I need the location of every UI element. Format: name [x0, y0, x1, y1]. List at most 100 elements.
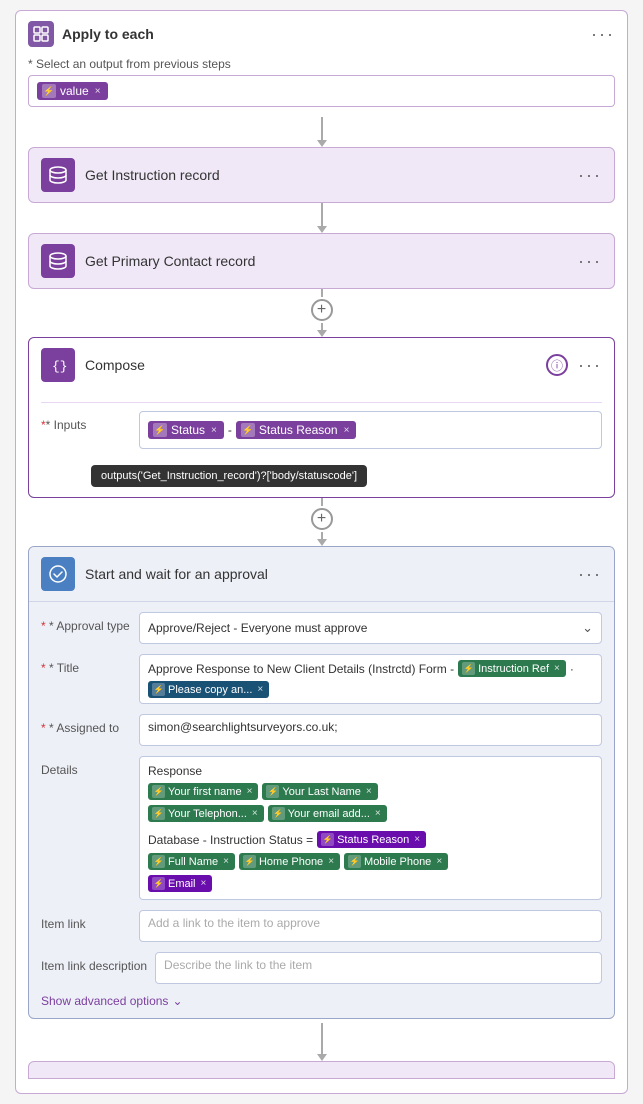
apply-to-each-more-btn[interactable]: ··· [591, 25, 615, 43]
show-advanced-chevron-icon: ⌄ [172, 994, 182, 1008]
apply-to-each-card: Apply to each ··· * Select an output fro… [15, 10, 628, 1094]
compose-icon: {} [41, 348, 75, 382]
show-advanced-label: Show advanced options [41, 994, 168, 1008]
dot-separator: - [228, 423, 232, 437]
status-reason-token-close[interactable]: × [344, 425, 350, 436]
mobile-phone-token[interactable]: ⚡ Mobile Phone × [344, 853, 448, 870]
compose-inputs-label: ** Inputs [41, 411, 131, 432]
telephone-token[interactable]: ⚡ Your Telephon... × [148, 805, 264, 822]
email-addr-icon: ⚡ [272, 807, 285, 820]
status-reason-token[interactable]: ⚡ Status Reason × [236, 421, 357, 439]
value-token[interactable]: ⚡ value × [37, 82, 108, 100]
compose-inputs-row: ** Inputs ⚡ Status × - ⚡ Status Reason × [41, 411, 602, 449]
status-reason-detail-token[interactable]: ⚡ Status Reason × [317, 831, 426, 848]
instruction-ref-label: Instruction Ref [478, 663, 549, 675]
get-instruction-title: Get Instruction record [85, 167, 568, 183]
instruction-ref-token[interactable]: ⚡ Instruction Ref × [458, 660, 566, 677]
email-token[interactable]: ⚡ Email × [148, 875, 212, 892]
please-copy-close[interactable]: × [257, 684, 263, 695]
plus-connector-2[interactable]: + [311, 508, 333, 530]
compose-tooltip: outputs('Get_Instruction_record')?['body… [91, 465, 367, 487]
full-name-token[interactable]: ⚡ Full Name × [148, 853, 235, 870]
telephone-close[interactable]: × [252, 808, 258, 819]
approval-body: * * Approval type Approve/Reject - Every… [29, 602, 614, 1018]
please-copy-token[interactable]: ⚡ Please copy an... × [148, 681, 269, 698]
svg-text:{}: {} [52, 359, 67, 374]
first-name-close[interactable]: × [247, 786, 253, 797]
get-instruction-card: Get Instruction record ··· [28, 147, 615, 203]
details-line1: Response [148, 764, 202, 778]
approval-title: Start and wait for an approval [85, 566, 568, 582]
mobile-phone-icon: ⚡ [348, 855, 361, 868]
approval-card: Start and wait for an approval ··· * * A… [28, 546, 615, 1019]
item-link-desc-row: Item link description Describe the link … [41, 952, 602, 984]
partial-bottom-card [28, 1061, 615, 1079]
get-primary-card: Get Primary Contact record ··· [28, 233, 615, 289]
plus-connector-1[interactable]: + [311, 299, 333, 321]
item-link-label: Item link [41, 910, 131, 931]
approval-icon [41, 557, 75, 591]
apply-to-each-title: Apply to each [62, 26, 583, 42]
compose-more-btn[interactable]: ··· [578, 356, 602, 374]
chevron-down-icon: ⌄ [582, 620, 593, 636]
item-link-field[interactable]: Add a link to the item to approve [139, 910, 602, 942]
last-name-token[interactable]: ⚡ Your Last Name × [262, 783, 377, 800]
details-field[interactable]: Response ⚡ Your first name × ⚡ Your Last… [139, 756, 602, 900]
telephone-icon: ⚡ [152, 807, 165, 820]
home-phone-token[interactable]: ⚡ Home Phone × [239, 853, 340, 870]
mobile-phone-close[interactable]: × [436, 856, 442, 867]
full-name-close[interactable]: × [223, 856, 229, 867]
select-output-input[interactable]: ⚡ value × [28, 75, 615, 107]
home-phone-close[interactable]: × [328, 856, 334, 867]
compose-inputs-field[interactable]: ⚡ Status × - ⚡ Status Reason × [139, 411, 602, 449]
item-link-placeholder: Add a link to the item to approve [148, 916, 320, 930]
title-field[interactable]: Approve Response to New Client Details (… [139, 654, 602, 704]
compose-info-btn[interactable]: ⓘ [546, 354, 568, 376]
email-token-icon: ⚡ [152, 877, 165, 890]
email-addr-close[interactable]: × [375, 808, 381, 819]
approval-type-select[interactable]: Approve/Reject - Everyone must approve ⌄ [139, 612, 602, 644]
status-token-icon: ⚡ [153, 423, 167, 437]
title-row: * * Title Approve Response to New Client… [41, 654, 602, 704]
instruction-ref-close[interactable]: × [554, 663, 560, 674]
show-advanced-btn[interactable]: Show advanced options ⌄ [41, 994, 602, 1008]
get-primary-more-btn[interactable]: ··· [578, 252, 602, 270]
title-dot: · [570, 662, 574, 676]
get-instruction-icon [41, 158, 75, 192]
please-copy-icon: ⚡ [152, 683, 165, 696]
details-tokens-row3: ⚡ Full Name × ⚡ Home Phone × ⚡ [148, 853, 448, 870]
please-copy-label: Please copy an... [168, 684, 252, 696]
assigned-value: simon@searchlightsurveyors.co.uk; [148, 720, 338, 734]
home-phone-label: Home Phone [259, 856, 323, 868]
apply-to-each-header: Apply to each ··· [28, 21, 615, 47]
approval-header: Start and wait for an approval ··· [29, 547, 614, 602]
status-reason-detail-label: Status Reason [337, 834, 409, 846]
approval-type-row: * * Approval type Approve/Reject - Every… [41, 612, 602, 644]
value-token-label: value [60, 84, 89, 98]
first-name-token[interactable]: ⚡ Your first name × [148, 783, 258, 800]
assigned-row: * * Assigned to simon@searchlightsurveyo… [41, 714, 602, 746]
item-link-desc-placeholder: Describe the link to the item [164, 958, 312, 972]
home-phone-icon: ⚡ [243, 855, 256, 868]
details-tokens-row2: ⚡ Your Telephon... × ⚡ Your email add...… [148, 805, 387, 822]
details-row: Details Response ⚡ Your first name × ⚡ [41, 756, 602, 900]
get-instruction-more-btn[interactable]: ··· [578, 166, 602, 184]
approval-more-btn[interactable]: ··· [578, 565, 602, 583]
status-reason-detail-close[interactable]: × [414, 834, 420, 845]
status-token-close[interactable]: × [211, 425, 217, 436]
item-link-row: Item link Add a link to the item to appr… [41, 910, 602, 942]
email-token-close[interactable]: × [201, 878, 207, 889]
last-name-label: Your Last Name [282, 786, 360, 798]
status-token-label: Status [171, 423, 205, 437]
details-db-row: Database - Instruction Status = ⚡ Status… [148, 831, 426, 848]
value-token-close[interactable]: × [95, 86, 101, 97]
first-name-icon: ⚡ [152, 785, 165, 798]
status-token[interactable]: ⚡ Status × [148, 421, 224, 439]
last-name-close[interactable]: × [366, 786, 372, 797]
email-addr-token[interactable]: ⚡ Your email add... × [268, 805, 387, 822]
details-tokens-row1: ⚡ Your first name × ⚡ Your Last Name × [148, 783, 378, 800]
approval-type-label: * * Approval type [41, 612, 131, 633]
item-link-desc-field[interactable]: Describe the link to the item [155, 952, 602, 984]
assigned-field[interactable]: simon@searchlightsurveyors.co.uk; [139, 714, 602, 746]
approval-type-value: Approve/Reject - Everyone must approve [148, 621, 367, 635]
